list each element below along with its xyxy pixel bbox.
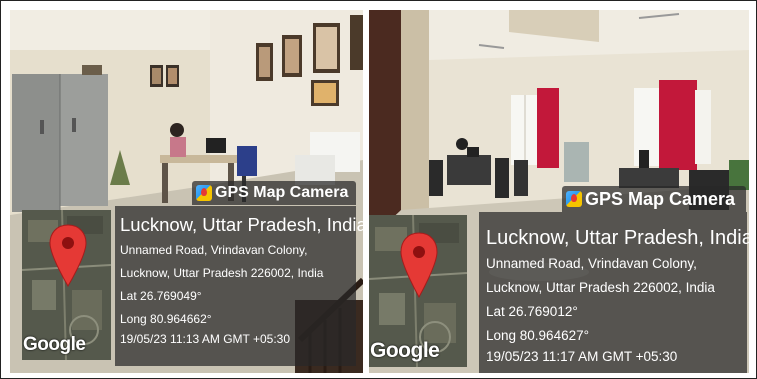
google-logo: Google xyxy=(23,334,86,355)
gps-map-camera-logo-icon xyxy=(196,185,212,201)
gps-map-camera-logo-icon xyxy=(566,191,582,207)
address-line-2: Lucknow, Uttar Pradesh 226002, India xyxy=(486,280,715,295)
latitude: Lat 26.769012° xyxy=(486,304,578,319)
photo-collage: GPS Map Camera Google Lucknow, Uttar Pra… xyxy=(0,0,757,379)
google-logo: Google xyxy=(370,339,440,362)
app-label: GPS Map Camera xyxy=(215,184,349,201)
location-city: Lucknow, Uttar Pradesh, India xyxy=(120,214,363,235)
office-photo-left: GPS Map Camera Google Lucknow, Uttar Pra… xyxy=(10,10,363,373)
location-map: Google xyxy=(22,210,111,360)
longitude: Long 80.964662° xyxy=(120,312,212,326)
address-line-1: Unnamed Road, Vrindavan Colony, xyxy=(486,256,697,271)
timestamp: 19/05/23 11:17 AM GMT +05:30 xyxy=(486,349,678,364)
longitude: Long 80.964627° xyxy=(486,328,589,343)
address-line-2: Lucknow, Uttar Pradesh 226002, India xyxy=(120,266,324,280)
location-city: Lucknow, Uttar Pradesh, India xyxy=(486,227,749,249)
latitude: Lat 26.769049° xyxy=(120,289,202,303)
stamp-info-text: Lucknow, Uttar Pradesh, India Unnamed Ro… xyxy=(120,213,363,347)
stamp-info-text: Lucknow, Uttar Pradesh, India Unnamed Ro… xyxy=(486,226,749,366)
office-photo-right: GPS Map Camera Google Lucknow, Uttar Pra… xyxy=(369,10,749,373)
stamp-header: GPS Map Camera xyxy=(192,181,356,205)
stamp-header: GPS Map Camera xyxy=(562,186,746,212)
app-label: GPS Map Camera xyxy=(585,188,736,209)
address-line-1: Unnamed Road, Vrindavan Colony, xyxy=(120,243,308,257)
location-map: Google xyxy=(369,215,467,367)
timestamp: 19/05/23 11:13 AM GMT +05:30 xyxy=(120,332,291,346)
